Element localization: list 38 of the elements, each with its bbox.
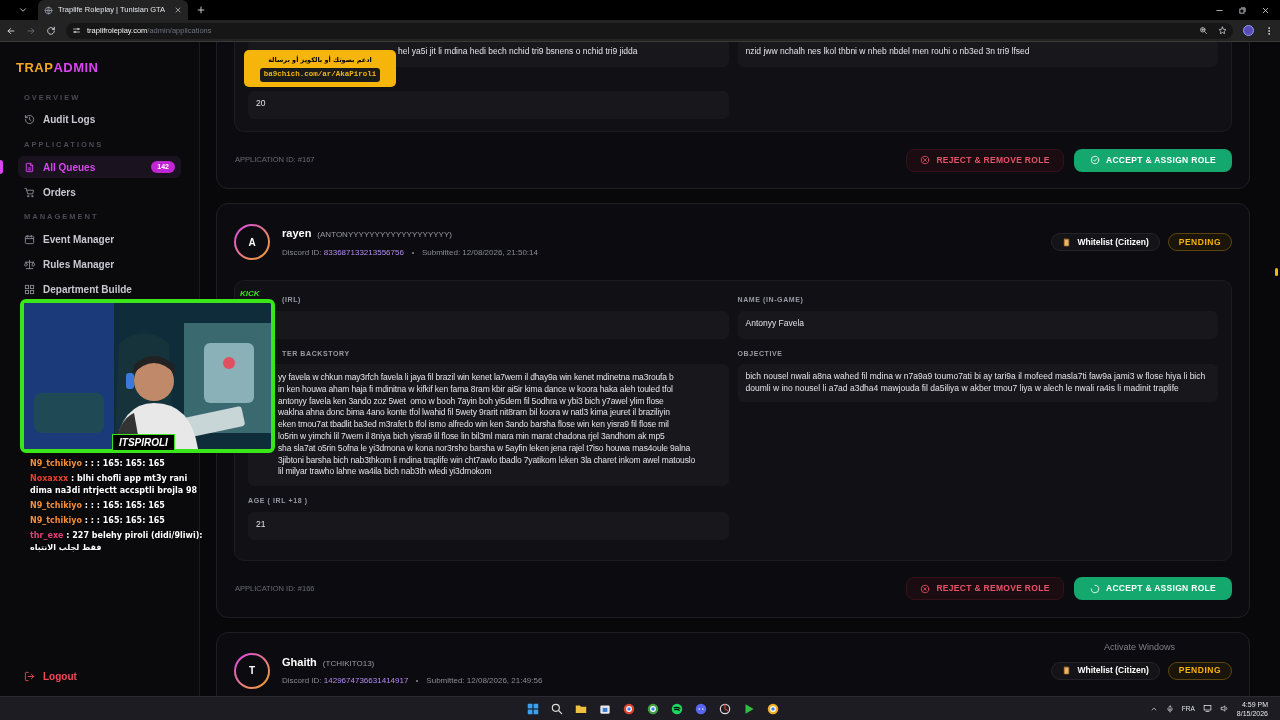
watermark-text: Activate Windows [1104,641,1176,654]
chat-message: Noxaxxx : blhi chofli app mt3y rani dima na3di ntrjectt accsptli brojla 98 [30,473,199,497]
chat-message: N9_tchikiyo : : : 165: 165: 165 [30,500,166,512]
text-line: in ken houwa aham haja fi mdinitna w kifkif ken fama 8ram kbir ai5ir kima dance w koora haka aleh touled tfol [278,383,673,396]
text-line: sha sla7at o5rin 5ofna le yi3dmona w kona nor3rsho barsha w 5ayfin leken jena rajel t7iso houwa mas4oule 9alna [278,442,691,455]
discord-id: Discord ID: 833687133213556756 [282,246,404,259]
type-tag: Whitelist (Citizen) [1051,661,1160,680]
discord-id: Discord ID: 1429674736631414917 [282,675,409,688]
field-text: bich nousel nwali a8na wahed fil mdina w n7a9a9 toumo7ati bi ay tari9a il mofeed masla7ti faw9a jami3 w flose hiya li bich doumli w ino nousel li a7ad a3dha4 mawjouda fil da5iliya w akber tmou7 liya w alech le nwali ra4is li madinit traplife [745,371,1207,395]
chat-message: N9_tchikiyo : : : 165: 165: 165 [30,515,166,527]
applicant-alias: (ANTONYYYYYYYYYYYYYYYYYYY) [317,229,452,242]
field-text: 21 [256,518,266,531]
text-line: lil milyar trawho lahne wa4ila bich nab3th wledi yi3dmokom [278,466,492,479]
submitted-date: Submitted: 12/08/2026, 21:49:56 [426,675,543,688]
avatar: T [234,652,270,689]
logo-text: ADMIN [53,59,99,77]
submitted-date: Submitted: 12/08/2026, 21:50:14 [421,246,538,259]
field-text: nzid jww nchalh nes lkol thbni w nheb nbdel men rouhi o nb3ed 3n tri9 lfsed [745,46,1030,58]
text-line: antonyy favela ken 3ando zoz 5wet omo w booh 7ayin boh yi5dem fil 5odhra w ybi3 bich y7awel ylim flose [278,395,664,408]
applicant-name: rayen [282,226,312,242]
avatar: A [234,224,270,260]
text-line: waklna ahna donc bima 4ano konte tfol lwahid fil 5wety 9rarit nit8ram bil koora w natl3 kima jeuret il braziliyin [278,407,670,420]
text-line: yy favela w chkun may3rfch favela li jaya fil brazil win kenet la7wem il dhay9a win kenet mdinetna ma3roufa b [278,372,674,384]
streamer-label: ITSPIROLI [112,434,175,451]
text-line: lo5rin w yimchi lil 7wem il 8niya bich yisra9 lil flose lin bil3ml mara min marat chadona rjel 3andhom ak mp5 [278,431,665,443]
applicant-name: Ghaith [282,654,317,670]
field-text: 20 [256,98,266,110]
applicant-alias: (TCHIKITO13) [322,657,375,670]
type-tag: Whitelist (Citizen) [1051,233,1160,251]
status-badge: PENDING [1167,233,1232,251]
status-badge: PENDING [1167,661,1232,680]
chat-message: N9_tchikiyo : : : 165: 165: 165 [30,458,166,470]
logo-text: TRAP [16,59,54,77]
badge-text: KICK [240,288,260,300]
text-line: 3jibtoni barsha bich nab3thkom li mdina traplife win cht7awlo tbadlo 7yatikom leken 3la charet inkom awel matouslo [278,454,696,467]
field-text: hel ya5i jit li mdina hedi bech nchid tri9 bsnens o nchid tri9 jidda [398,46,638,58]
field-text: Antonyy Favela [745,317,805,330]
text-line: eken tmou7at tbadlit ba3ed m3rafet b tfol ismo alfredo win ken 3ando barsha flose win ken yisra9 fil flose mil [278,419,669,431]
